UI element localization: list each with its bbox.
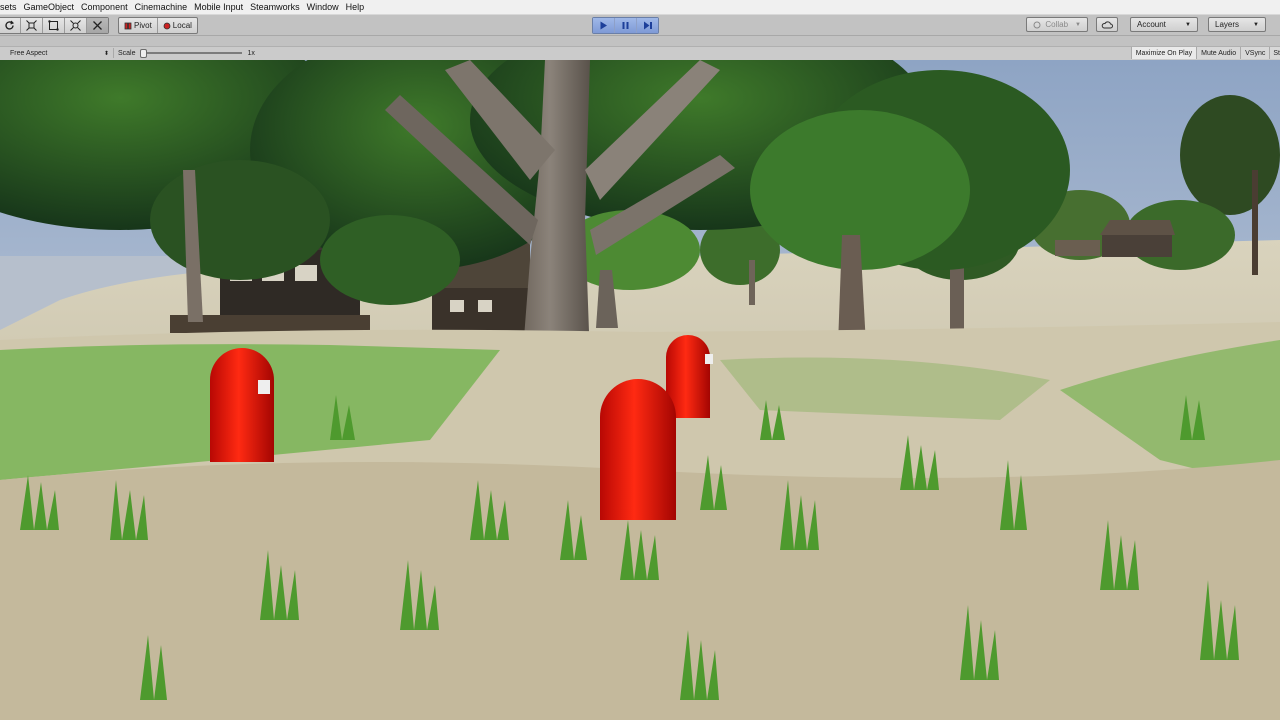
collab-button[interactable]: Collab ▼ — [1026, 17, 1088, 32]
menu-bar: sets GameObject Component Cinemachine Mo… — [0, 0, 1280, 15]
local-button[interactable]: Local — [158, 18, 197, 33]
scale-icon — [26, 20, 37, 31]
menu-help[interactable]: Help — [342, 0, 368, 14]
scale-control: Scale 1x — [118, 48, 255, 58]
aspect-dropdown[interactable]: Free Aspect ⬍ — [4, 48, 114, 58]
pause-button[interactable] — [615, 18, 637, 33]
rotate-icon — [5, 20, 15, 30]
play-icon — [600, 21, 607, 30]
step-button[interactable] — [637, 18, 658, 33]
transform-tool-button[interactable] — [65, 18, 87, 33]
layers-label: Layers — [1215, 20, 1240, 29]
local-label: Local — [172, 21, 192, 30]
cloud-button[interactable] — [1096, 17, 1118, 32]
tools-icon — [93, 21, 102, 30]
capsule-left — [210, 348, 274, 462]
game-view-toolbar: Free Aspect ⬍ Scale 1x Maximize On Play … — [0, 46, 1280, 61]
rect-tool-button[interactable] — [43, 18, 65, 33]
collab-icon — [1033, 21, 1041, 28]
account-dropdown[interactable]: Account ▼ — [1130, 17, 1198, 32]
menu-component[interactable]: Component — [77, 0, 131, 14]
pivot-button[interactable]: Pivot — [119, 18, 158, 33]
mute-audio-toggle[interactable]: Mute Audio — [1196, 47, 1241, 59]
main-toolbar: Pivot Local Collab ▼ Account ▼ Layers ▼ — [0, 15, 1280, 36]
transform-tools — [0, 17, 109, 34]
menu-window[interactable]: Window — [303, 0, 342, 14]
right-toolbar: Collab ▼ Account ▼ Layers ▼ — [1026, 17, 1266, 32]
menu-assets[interactable]: sets — [0, 0, 20, 14]
scale-label: Scale — [118, 49, 136, 57]
capsule-front — [600, 379, 676, 520]
transform-icon — [70, 20, 81, 31]
maximize-on-play-toggle[interactable]: Maximize On Play — [1130, 47, 1197, 59]
aspect-label: Free Aspect — [10, 49, 48, 57]
menu-gameobject[interactable]: GameObject — [20, 0, 78, 14]
layers-dropdown[interactable]: Layers ▼ — [1208, 17, 1266, 32]
account-label: Account — [1137, 20, 1166, 29]
stats-toggle[interactable]: St — [1269, 47, 1280, 59]
chevron-down-icon: ⬍ — [103, 50, 109, 57]
pause-icon — [622, 22, 629, 29]
scale-slider[interactable] — [139, 49, 242, 58]
collab-label: Collab — [1045, 20, 1069, 29]
vsync-toggle[interactable]: VSync — [1240, 47, 1270, 59]
scale-slider-thumb[interactable] — [139, 49, 147, 58]
rect-icon — [48, 20, 59, 31]
game-view-options: Maximize On Play Mute Audio VSync St — [1130, 47, 1280, 60]
rotate-tool-button[interactable] — [0, 18, 21, 33]
game-scene — [0, 60, 1280, 720]
playback-controls — [592, 17, 659, 34]
game-viewport[interactable] — [0, 60, 1280, 720]
menu-mobile-input[interactable]: Mobile Input — [190, 0, 246, 14]
pivot-label: Pivot — [134, 21, 152, 30]
pivot-toggle-group: Pivot Local — [118, 17, 198, 34]
cloud-icon — [1101, 20, 1113, 28]
step-icon — [643, 21, 652, 30]
menu-cinemachine[interactable]: Cinemachine — [131, 0, 191, 14]
play-button[interactable] — [593, 18, 615, 33]
scale-value: 1x — [247, 49, 255, 57]
menu-steamworks[interactable]: Steamworks — [246, 0, 303, 14]
scale-tool-button[interactable] — [21, 18, 43, 33]
pivot-icon — [124, 22, 132, 29]
custom-tool-button[interactable] — [87, 18, 108, 33]
local-icon — [163, 22, 171, 29]
